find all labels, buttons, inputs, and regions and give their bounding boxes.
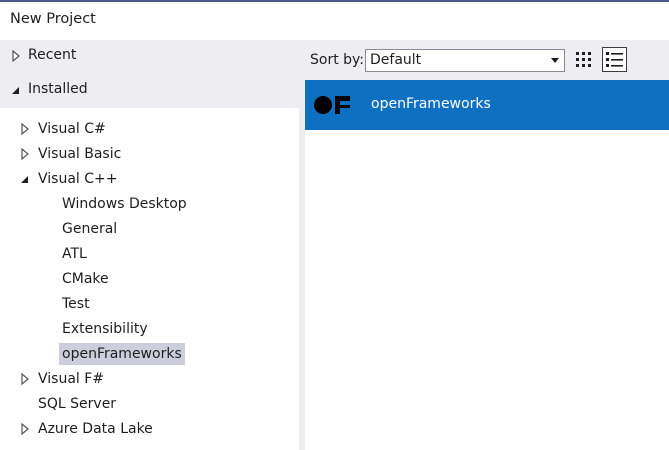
expanded-arrow-icon[interactable]	[19, 172, 31, 186]
template-name: openFrameworks	[371, 96, 491, 112]
recent-section-label: Recent	[28, 47, 77, 63]
tree-item-visual-f[interactable]: Visual F#	[35, 368, 107, 390]
dialog-title-bar: New Project	[0, 0, 669, 40]
tree-item-visual-c[interactable]: Visual C++	[35, 168, 120, 190]
title-accent-line	[0, 0, 669, 2]
installed-tree: Visual C# Visual Basic Visual C++ Windows D…	[0, 108, 299, 450]
grid-view-icon	[576, 52, 591, 67]
tree-item-sql-server[interactable]: SQL Server	[35, 393, 119, 415]
expanded-arrow-icon	[12, 87, 19, 94]
tree-item-cmake[interactable]: CMake	[59, 268, 112, 290]
tree-item-visual-basic[interactable]: Visual Basic	[35, 143, 124, 165]
collapsed-arrow-icon	[12, 49, 20, 63]
collapsed-arrow-icon[interactable]	[19, 122, 31, 136]
dialog-title: New Project	[10, 11, 96, 27]
grid-view-button[interactable]	[572, 47, 597, 72]
tree-item-atl[interactable]: ATL	[59, 243, 90, 265]
collapsed-arrow-icon[interactable]	[19, 422, 31, 436]
tree-item-test[interactable]: Test	[59, 293, 93, 315]
sort-by-label: Sort by:	[310, 52, 365, 68]
tree-item-azure-data-lake[interactable]: Azure Data Lake	[35, 418, 156, 440]
openframeworks-logo-icon	[314, 96, 350, 114]
sort-by-dropdown[interactable]: Default	[365, 49, 565, 72]
list-view-icon	[606, 52, 623, 67]
installed-section-header[interactable]: Installed	[0, 74, 299, 106]
tree-item-openframeworks[interactable]: openFrameworks	[59, 343, 185, 365]
template-item-openframeworks[interactable]: openFrameworks	[305, 80, 669, 130]
installed-section-label: Installed	[28, 81, 88, 97]
category-pane: Recent Installed Visual C# Visual Basic Vi…	[0, 40, 299, 450]
recent-section-header[interactable]: Recent	[0, 40, 299, 72]
collapsed-arrow-icon[interactable]	[19, 147, 31, 161]
tree-item-windows-desktop[interactable]: Windows Desktop	[59, 193, 190, 215]
tree-item-general[interactable]: General	[59, 218, 120, 240]
template-list: openFrameworks	[305, 80, 669, 450]
collapsed-arrow-icon[interactable]	[19, 372, 31, 386]
tree-item-visual-c[interactable]: Visual C#	[35, 118, 109, 140]
template-toolbar: Sort by: Default	[305, 40, 669, 80]
sort-by-value: Default	[370, 52, 422, 68]
chevron-down-icon	[551, 58, 559, 63]
tree-item-extensibility[interactable]: Extensibility	[59, 318, 151, 340]
list-view-button[interactable]	[602, 47, 627, 72]
